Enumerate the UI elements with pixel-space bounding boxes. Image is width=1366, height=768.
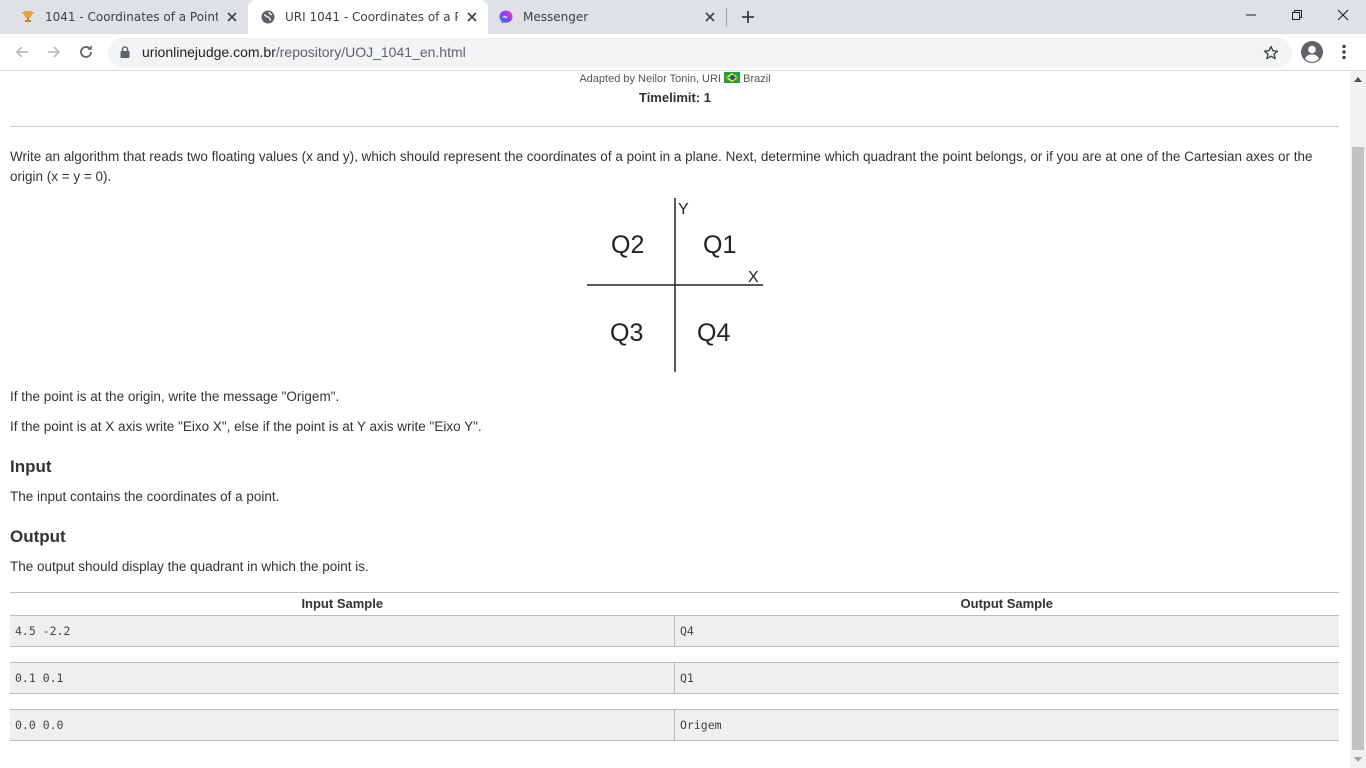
more-vert-icon bbox=[1342, 44, 1346, 60]
minimize-button[interactable] bbox=[1228, 0, 1274, 30]
restore-button[interactable] bbox=[1274, 0, 1320, 30]
quadrant-2-label: Q2 bbox=[611, 231, 644, 259]
arrow-left-icon bbox=[15, 46, 28, 58]
sample-input: 0.1 0.1 bbox=[15, 671, 64, 685]
brazil-flag-icon bbox=[724, 72, 741, 83]
minimize-icon bbox=[1246, 14, 1256, 16]
tab-separator bbox=[726, 8, 727, 26]
tab-title: URI 1041 - Coordinates of a Poin bbox=[285, 10, 458, 24]
sample-input: 4.5 -2.2 bbox=[15, 624, 71, 638]
input-description: The input contains the coordinates of a … bbox=[10, 489, 280, 504]
new-tab-button[interactable] bbox=[736, 5, 760, 29]
lock-icon[interactable] bbox=[118, 45, 132, 59]
tab-strip: 1041 - Coordinates of a Point - U URI 10… bbox=[0, 0, 1366, 34]
sample-output: Q1 bbox=[674, 663, 1339, 693]
url-domain: urionlinejudge.com.br bbox=[142, 44, 276, 60]
tab-uri-problem[interactable]: 1041 - Coordinates of a Point - U bbox=[8, 0, 248, 34]
output-heading: Output bbox=[10, 527, 66, 546]
quadrant-3-label: Q3 bbox=[610, 319, 643, 347]
scroll-up-arrow-icon[interactable] bbox=[1354, 77, 1362, 82]
sample-output: Q4 bbox=[674, 616, 1339, 646]
quadrant-1-label: Q1 bbox=[703, 231, 736, 259]
adapted-by-text: Adapted by Neilor Tonin, URI bbox=[579, 73, 721, 85]
problem-description: Write an algorithm that reads two floati… bbox=[10, 149, 1313, 184]
url-path: /repository/UOJ_1041_en.html bbox=[275, 44, 466, 60]
restore-icon bbox=[1292, 10, 1302, 20]
url-text[interactable]: urionlinejudge.com.br/repository/UOJ_104… bbox=[142, 44, 466, 60]
back-button[interactable] bbox=[9, 39, 35, 65]
close-window-button[interactable] bbox=[1320, 0, 1366, 30]
close-icon bbox=[1337, 9, 1349, 21]
quadrant-4-label: Q4 bbox=[697, 319, 730, 347]
input-heading: Input bbox=[10, 457, 52, 476]
input-sample-header: Input Sample bbox=[301, 596, 384, 611]
bookmark-star-button[interactable] bbox=[1261, 43, 1281, 63]
sample-output: Origem bbox=[674, 710, 1339, 740]
tab-messenger[interactable]: Messenger bbox=[488, 0, 726, 34]
arrow-right-icon bbox=[48, 46, 61, 58]
samples-header: Input Sample Output Sample bbox=[10, 593, 1339, 615]
timelimit: Timelimit: 1 bbox=[638, 90, 711, 105]
samples-table: Input Sample Output Sample 4.5 -2.2 Q4 0… bbox=[10, 592, 1339, 741]
page-content: Adapted by Neilor Tonin, URI Brazil Time… bbox=[0, 71, 1350, 768]
axis-rule: If the point is at X axis write "Eixo X"… bbox=[10, 419, 482, 434]
close-tab-icon[interactable] bbox=[224, 9, 240, 25]
star-icon bbox=[1263, 45, 1279, 60]
tab-title: Messenger bbox=[523, 10, 589, 24]
scroll-down-arrow-icon[interactable] bbox=[1354, 757, 1362, 762]
page-scrollbar[interactable] bbox=[1350, 71, 1366, 768]
browser-menu-button[interactable] bbox=[1332, 40, 1356, 64]
globe-icon bbox=[260, 9, 276, 25]
forward-button[interactable] bbox=[41, 39, 67, 65]
origin-rule: If the point is at the origin, write the… bbox=[10, 389, 340, 404]
browser-toolbar: urionlinejudge.com.br/repository/UOJ_104… bbox=[0, 34, 1366, 71]
quadrant-diagram: Y X Q1 Q2 Q3 Q4 bbox=[587, 198, 763, 372]
sample-input: 0.0 0.0 bbox=[15, 718, 64, 732]
reload-button[interactable] bbox=[73, 39, 99, 65]
profile-avatar-button[interactable] bbox=[1300, 40, 1324, 64]
sample-row: 4.5 -2.2 Q4 bbox=[10, 615, 1339, 647]
y-axis-label: Y bbox=[678, 201, 689, 218]
scrollbar-thumb[interactable] bbox=[1352, 147, 1364, 750]
close-tab-icon[interactable] bbox=[702, 9, 718, 25]
close-tab-icon[interactable] bbox=[464, 9, 480, 25]
x-axis-label: X bbox=[748, 269, 759, 286]
reload-icon bbox=[80, 45, 92, 58]
address-bar[interactable]: urionlinejudge.com.br/repository/UOJ_104… bbox=[108, 38, 1292, 67]
divider bbox=[10, 126, 1339, 127]
account-icon bbox=[1301, 41, 1323, 63]
output-description: The output should display the quadrant i… bbox=[10, 559, 369, 574]
tab-uri-1041[interactable]: URI 1041 - Coordinates of a Poin bbox=[248, 0, 488, 34]
plus-icon bbox=[742, 11, 754, 23]
tab-title: 1041 - Coordinates of a Point - U bbox=[45, 10, 218, 24]
output-sample-header: Output Sample bbox=[960, 596, 1053, 611]
sample-row: 0.0 0.0 Origem bbox=[10, 709, 1339, 741]
country-text: Brazil bbox=[743, 73, 771, 85]
messenger-icon bbox=[498, 9, 514, 25]
adapted-by-line: Adapted by Neilor Tonin, URI Brazil bbox=[0, 72, 1350, 85]
trophy-icon bbox=[20, 9, 36, 25]
sample-row: 0.1 0.1 Q1 bbox=[10, 662, 1339, 694]
